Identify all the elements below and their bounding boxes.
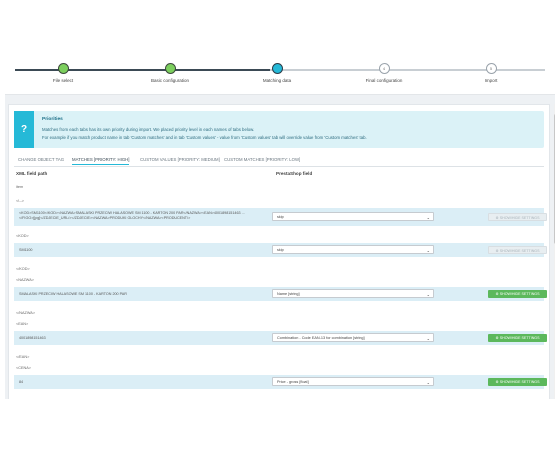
table-row: SM1100 skip ⌄ ⚙ SHOW/HIDE SETTINGS (14, 243, 547, 257)
xml-value-line: <KOD>SM1100</KOD><NAZWA>SMALASKI PRZECIW… (19, 211, 245, 215)
step-basic-configuration[interactable]: Basic configuration (120, 63, 220, 83)
step-done-dot (57, 63, 69, 74)
show-hide-settings-button[interactable]: ⚙ SHOW/HIDE SETTINGS (488, 213, 547, 221)
app-frame: File select Basic configuration Matching… (5, 52, 555, 399)
chevron-down-icon: ⌄ (426, 380, 430, 385)
xml-value-line: </FIGO>[jpg]</ZDJECIE_URL/></ZDJECIE><NA… (19, 215, 191, 220)
tab-custom-matches[interactable]: CUSTOM MATCHES [PRIORITY: LOW] (224, 157, 300, 162)
chevron-down-icon: ⌄ (426, 336, 430, 341)
xml-tag-label: </EAN> (16, 355, 30, 359)
xml-tag-label: item (16, 185, 24, 189)
step-matching-data[interactable]: Matching data (227, 63, 327, 83)
xml-tag-label: <CENA> (16, 366, 31, 370)
question-icon: ? (14, 111, 34, 148)
xml-tag-label: <KOD> (16, 234, 29, 238)
show-hide-settings-button[interactable]: ⚙ SHOW/HIDE SETTINGS (488, 246, 547, 254)
button-label: SHOW/HIDE SETTINGS (499, 292, 540, 296)
select-value: Combination - Code EAN-13 for combinatio… (277, 336, 365, 340)
progress-stepper: File select Basic configuration Matching… (5, 52, 555, 95)
show-hide-settings-button[interactable]: ⚙ SHOW/HIDE SETTINGS (488, 290, 547, 298)
table-header: XML field path PrestaShop field (14, 169, 544, 179)
select-value: skip (277, 215, 284, 219)
step-active-dot (271, 63, 283, 74)
step-label: Import (484, 78, 498, 83)
step-label: Matching data (262, 78, 292, 83)
select-value: Price - gross [float] (277, 380, 309, 384)
button-label: SHOW/HIDE SETTINGS (499, 336, 540, 340)
column-xml-field-path: XML field path (16, 171, 48, 176)
xml-value: 4001898151463 (19, 336, 46, 340)
xml-value: SMALASKI PRZECIW HALASOWE SM 1100 - KART… (19, 292, 127, 296)
xml-value: 84 (19, 380, 24, 384)
step-number-dot: 5 (485, 63, 497, 74)
alert-text: For example if you match product name in… (42, 135, 367, 140)
matching-panel: ? Priorities Matches from each tabs has … (8, 104, 550, 399)
step-number-dot: 4 (378, 63, 390, 74)
xml-value: SM1100 (19, 248, 33, 252)
button-label: SHOW/HIDE SETTINGS (499, 249, 540, 253)
xml-tag-label: <EAN> (16, 322, 29, 326)
tab-bar: CHANGE OBJECT TAG MATCHES [PRIORITY: HIG… (14, 155, 544, 167)
xml-value: <KOD>SM1100</KOD><NAZWA>SMALASKI PRZECIW… (19, 211, 245, 220)
alert-text: Matches from each tabs has its own prior… (42, 127, 255, 132)
step-import[interactable]: 5 Import (441, 63, 541, 83)
table-row: SMALASKI PRZECIW HALASOWE SM 1100 - KART… (14, 287, 547, 301)
alert-title: Priorities (42, 117, 63, 122)
vertical-scrollbar[interactable] (554, 104, 555, 399)
prestashop-field-select[interactable]: Price - gross [float] ⌄ (272, 377, 434, 386)
xml-tag-label: <NAZWA> (16, 278, 35, 282)
priorities-alert: ? Priorities Matches from each tabs has … (14, 111, 544, 148)
tab-matches[interactable]: MATCHES [PRIORITY: HIGH] (72, 157, 130, 165)
step-final-configuration[interactable]: 4 Final configuration (334, 63, 434, 83)
select-value: skip (277, 248, 284, 252)
step-label: File select (52, 78, 74, 83)
xml-tag-label: </KOD> (16, 267, 30, 271)
prestashop-field-select[interactable]: skip ⌄ (272, 245, 434, 254)
button-label: SHOW/HIDE SETTINGS (499, 380, 540, 384)
show-hide-settings-button[interactable]: ⚙ SHOW/HIDE SETTINGS (488, 334, 547, 342)
table-row: 4001898151463 Combination - Code EAN-13 … (14, 331, 547, 345)
table-row: 84 Price - gross [float] ⌄ ⚙ SHOW/HIDE S… (14, 375, 547, 389)
chevron-down-icon: ⌄ (426, 215, 430, 220)
prestashop-field-select[interactable]: skip ⌄ (272, 212, 434, 221)
table-row: <KOD>SM1100</KOD><NAZWA>SMALASKI PRZECIW… (14, 208, 547, 226)
scrollbar-thumb[interactable] (554, 114, 555, 244)
tab-custom-values[interactable]: CUSTOM VALUES [PRIORITY: MEDIUM] (140, 157, 220, 162)
prestashop-field-select[interactable]: Combination - Code EAN-13 for combinatio… (272, 333, 434, 342)
button-label: SHOW/HIDE SETTINGS (499, 216, 540, 220)
xml-tag-label: </NAZWA> (16, 311, 36, 315)
xml-tag-label: <!--> (16, 199, 25, 203)
show-hide-settings-button[interactable]: ⚙ SHOW/HIDE SETTINGS (488, 378, 547, 386)
step-label: Basic configuration (150, 78, 190, 83)
chevron-down-icon: ⌄ (426, 292, 430, 297)
step-label: Final configuration (365, 78, 403, 83)
column-prestashop-field: PrestaShop field (276, 171, 313, 176)
tab-change-object-tag[interactable]: CHANGE OBJECT TAG (18, 157, 64, 162)
step-done-dot (164, 63, 176, 74)
select-value: Name [string] (277, 292, 300, 296)
prestashop-field-select[interactable]: Name [string] ⌄ (272, 289, 434, 298)
step-file-select[interactable]: File select (13, 63, 113, 83)
chevron-down-icon: ⌄ (426, 248, 430, 253)
